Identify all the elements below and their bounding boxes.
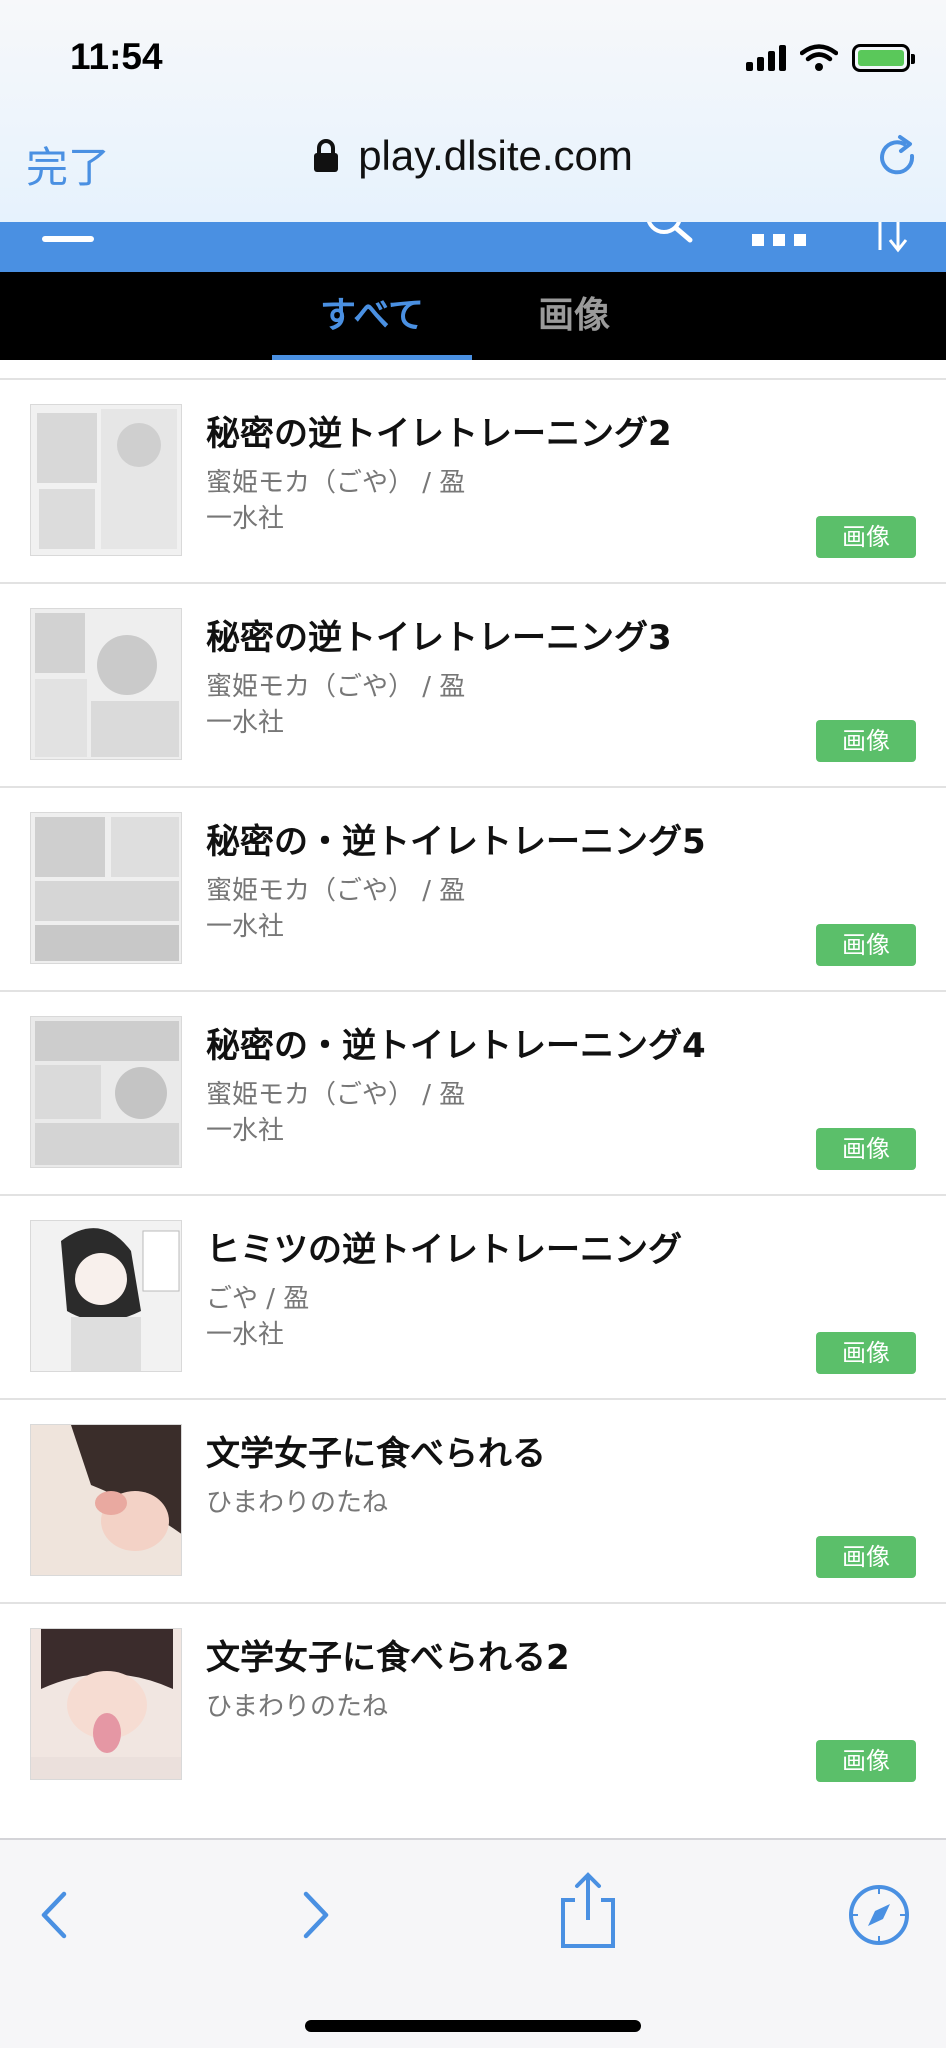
cover-thumbnail — [30, 608, 182, 760]
item-title: 秘密の逆トイレトレーニング2 — [206, 414, 672, 454]
list-item[interactable]: 秘密の逆トイレトレーニング3 蜜姫モカ（ごや） / 盈 一水社 画像 — [0, 584, 946, 788]
item-author: 蜜姫モカ（ごや） / 盈 — [206, 468, 466, 498]
share-icon[interactable] — [553, 1870, 623, 1950]
item-author: ごや / 盈 — [206, 1284, 310, 1314]
item-publisher: 一水社 — [206, 504, 285, 534]
type-badge: 画像 — [816, 1740, 916, 1782]
list-item[interactable]: 文学女子に食べられる2 ひまわりのたね 画像 — [0, 1604, 946, 1808]
item-publisher: 一水社 — [206, 708, 285, 738]
list-item[interactable]: 秘密の・逆トイレトレーニング5 蜜姫モカ（ごや） / 盈 一水社 画像 — [0, 788, 946, 992]
screen: 11:54 完了 play.dlsite.com すべて 画像 秘密の逆トイレト… — [0, 0, 946, 2048]
type-badge: 画像 — [816, 516, 916, 558]
lock-icon — [313, 139, 339, 173]
tab-all-label: すべて — [319, 295, 425, 336]
tab-bar: すべて 画像 — [0, 272, 946, 360]
active-tab-indicator — [272, 355, 472, 360]
url-text: play.dlsite.com — [358, 132, 633, 179]
list-item[interactable]: 秘密の逆トイレトレーニング2 蜜姫モカ（ごや） / 盈 一水社 画像 — [0, 380, 946, 584]
type-badge: 画像 — [816, 1128, 916, 1170]
list-item[interactable]: 秘密の・逆トイレトレーニング4 蜜姫モカ（ごや） / 盈 一水社 画像 — [0, 992, 946, 1196]
battery-icon — [852, 44, 915, 72]
cover-thumbnail — [30, 1424, 182, 1576]
status-icons — [746, 44, 915, 72]
item-publisher: 一水社 — [206, 1116, 285, 1146]
tab-images[interactable]: 画像 — [474, 272, 674, 360]
cover-thumbnail — [30, 1220, 182, 1372]
cover-thumbnail — [30, 1016, 182, 1168]
list-item[interactable]: 文学女子に食べられる ひまわりのたね 画像 — [0, 1400, 946, 1604]
menu-icon[interactable] — [42, 236, 94, 242]
item-title: 秘密の・逆トイレトレーニング5 — [206, 822, 706, 862]
sort-icon[interactable] — [868, 216, 912, 256]
forward-icon[interactable] — [280, 1880, 350, 1950]
item-title: 秘密の・逆トイレトレーニング4 — [206, 1026, 706, 1066]
cover-thumbnail — [30, 404, 182, 556]
tab-images-label: 画像 — [537, 295, 610, 336]
item-author: 蜜姫モカ（ごや） / 盈 — [206, 876, 466, 906]
type-badge: 画像 — [816, 720, 916, 762]
cellular-signal-icon — [746, 45, 786, 71]
browser-toolbar — [0, 1838, 946, 2048]
item-author: 蜜姫モカ（ごや） / 盈 — [206, 672, 466, 702]
tab-all[interactable]: すべて — [272, 272, 472, 360]
address-bar[interactable]: play.dlsite.com — [0, 132, 946, 180]
item-author: ひまわりのたね — [206, 1488, 389, 1518]
item-author: ひまわりのたね — [206, 1692, 389, 1722]
compass-icon[interactable] — [844, 1880, 914, 1950]
item-title: 秘密の逆トイレトレーニング3 — [206, 618, 672, 658]
more-icon[interactable] — [752, 234, 806, 246]
back-icon[interactable] — [20, 1880, 90, 1950]
reload-icon[interactable] — [874, 134, 922, 182]
item-title: ヒミツの逆トイレトレーニング — [206, 1230, 682, 1270]
item-author: 蜜姫モカ（ごや） / 盈 — [206, 1080, 466, 1110]
cover-thumbnail — [30, 1628, 182, 1780]
type-badge: 画像 — [816, 1332, 916, 1374]
status-time: 11:54 — [70, 36, 163, 77]
browser-chrome: 11:54 完了 play.dlsite.com — [0, 0, 946, 222]
list-item[interactable]: ヒミツの逆トイレトレーニング ごや / 盈 一水社 画像 — [0, 1196, 946, 1400]
wifi-icon — [800, 44, 838, 71]
type-badge: 画像 — [816, 1536, 916, 1578]
cover-thumbnail — [30, 812, 182, 964]
item-publisher: 一水社 — [206, 912, 285, 942]
home-indicator — [305, 2020, 641, 2032]
app-header — [0, 212, 946, 272]
item-publisher: 一水社 — [206, 1320, 285, 1350]
item-title: 文学女子に食べられる2 — [206, 1638, 570, 1678]
library-list: 秘密の逆トイレトレーニング2 蜜姫モカ（ごや） / 盈 一水社 画像 秘密の逆ト… — [0, 378, 946, 1808]
item-title: 文学女子に食べられる — [206, 1434, 546, 1474]
type-badge: 画像 — [816, 924, 916, 966]
